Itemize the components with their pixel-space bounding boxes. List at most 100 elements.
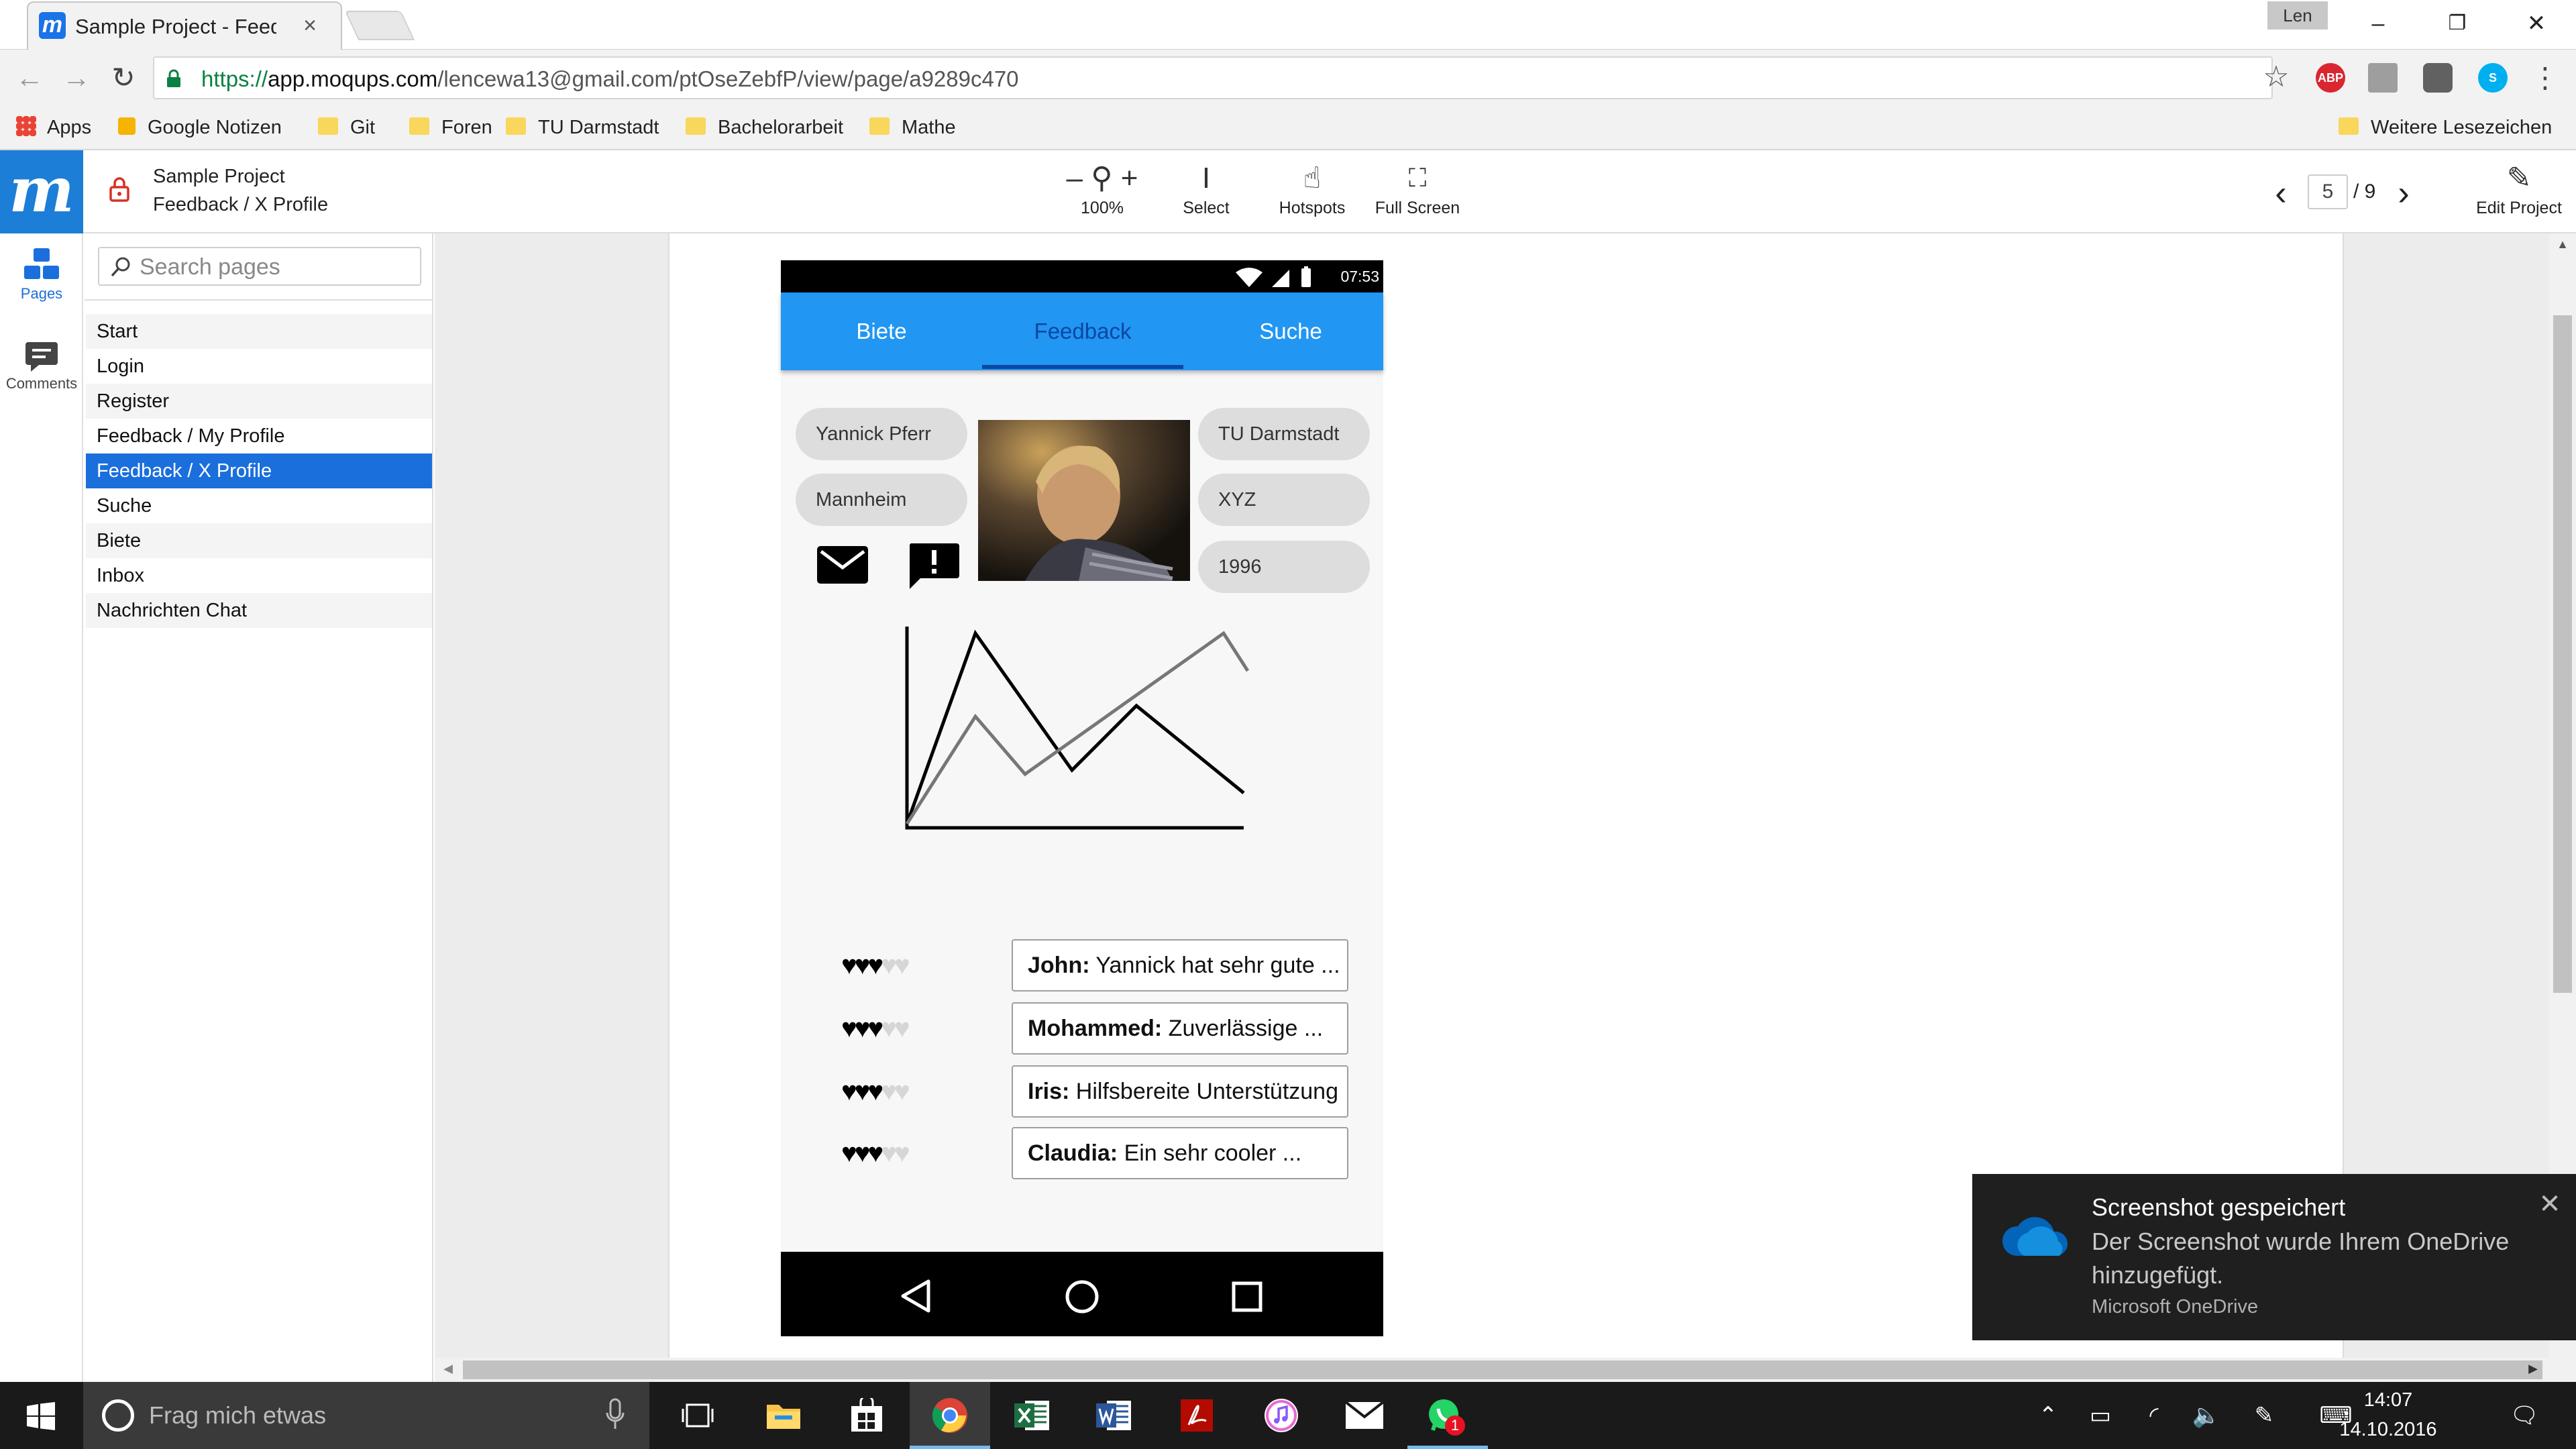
bookmark-git[interactable]: Git <box>318 113 375 142</box>
tab-suche[interactable]: Suche <box>1190 292 1391 370</box>
rail-comments-button[interactable]: Comments <box>0 335 83 413</box>
prev-page-icon[interactable]: ‹ <box>2264 173 2298 213</box>
zoom-control[interactable]: – ⚲ + 100% <box>1045 160 1159 227</box>
bookmark-google-notizen[interactable]: Google Notizen <box>118 113 282 142</box>
taskbar-store[interactable] <box>826 1382 907 1449</box>
start-button[interactable] <box>0 1382 80 1449</box>
bookmark-mathe[interactable]: Mathe <box>869 113 956 142</box>
page-item-start[interactable]: Start <box>86 314 432 349</box>
bookmark-apps[interactable]: Apps <box>16 113 91 142</box>
tab-feedback[interactable]: Feedback <box>982 292 1183 370</box>
heart-empty-icon: ♥ <box>881 1077 897 1106</box>
rating-hearts: ♥♥♥♥♥ <box>841 1136 982 1170</box>
close-window-button[interactable]: ✕ <box>2500 0 2573 47</box>
comment-text: Zuverlässige ... <box>1162 1016 1324 1041</box>
rail-pages-button[interactable]: Pages <box>0 243 83 321</box>
zoom-out-icon[interactable]: – <box>1067 162 1083 195</box>
taskbar-itunes[interactable] <box>1241 1382 1322 1449</box>
bookmark-label: Google Notizen <box>148 117 282 138</box>
forward-arrow-icon[interactable]: → <box>56 58 97 98</box>
minimize-button[interactable]: – <box>2341 0 2415 47</box>
search-pages-box[interactable] <box>98 247 421 286</box>
taskbar-whatsapp[interactable]: 1 <box>1407 1382 1488 1449</box>
search-pages-input[interactable] <box>140 251 408 283</box>
comment-box[interactable]: Claudia: Ein sehr cooler ... <box>1012 1127 1348 1179</box>
tray-overflow-icon[interactable]: ⌃ <box>2033 1382 2063 1449</box>
report-feedback-icon[interactable] <box>907 542 961 590</box>
nav-back-icon[interactable] <box>899 1279 932 1313</box>
scroll-left-arrow-icon[interactable]: ◀ <box>439 1362 458 1378</box>
profile-badge[interactable]: Len <box>2267 1 2328 30</box>
select-tool-button[interactable]: I Select <box>1149 160 1263 227</box>
onedrive-toast[interactable]: Screenshot gespeichert Der Screenshot wu… <box>1972 1174 2576 1340</box>
tab-biete[interactable]: Biete <box>781 292 982 370</box>
taskbar-acrobat[interactable] <box>1157 1382 1237 1449</box>
reload-icon[interactable]: ↻ <box>103 58 144 98</box>
comment-box[interactable]: Mohammed: Zuverlässige ... <box>1012 1002 1348 1055</box>
bookmark-more[interactable]: Weitere Lesezeichen <box>2339 113 2552 142</box>
task-view-button[interactable] <box>657 1382 738 1449</box>
comment-box[interactable]: John: Yannick hat sehr gute ... <box>1012 939 1348 991</box>
scroll-up-arrow-icon[interactable]: ▲ <box>2553 237 2572 254</box>
bookmark-foren[interactable]: Foren <box>409 113 492 142</box>
windows-logo-icon <box>27 1402 55 1430</box>
project-lock-icon[interactable] <box>107 176 131 203</box>
toast-close-icon[interactable]: ✕ <box>2533 1187 2567 1221</box>
puzzle-extension-icon[interactable] <box>2368 63 2398 93</box>
tab-close-icon[interactable]: × <box>297 12 323 39</box>
zoom-in-icon[interactable]: + <box>1121 162 1138 195</box>
volume-tray-icon[interactable]: 🔈 <box>2190 1382 2223 1449</box>
page-item-inbox[interactable]: Inbox <box>86 558 432 593</box>
comment-box[interactable]: Iris: Hilfsbereite Unterstützung <box>1012 1065 1348 1118</box>
bookmark-tu-darmstadt[interactable]: TU Darmstadt <box>506 113 659 142</box>
comment-author: Claudia: <box>1028 1140 1118 1166</box>
folder-icon <box>409 117 429 136</box>
next-page-icon[interactable]: › <box>2387 173 2420 213</box>
microphone-icon[interactable] <box>605 1398 625 1433</box>
bookmark-star-icon[interactable]: ☆ <box>2259 60 2293 94</box>
nav-recents-icon[interactable] <box>1230 1280 1264 1313</box>
rating-hearts: ♥♥♥♥♥ <box>841 949 982 982</box>
browser-tab[interactable]: m Sample Project - Feedba × <box>27 1 342 50</box>
taskbar-word[interactable] <box>1073 1382 1154 1449</box>
chrome-menu-icon[interactable]: ⋮ <box>2525 58 2565 98</box>
page-number-input[interactable]: 5 <box>2308 174 2348 209</box>
skype-extension-icon[interactable]: S <box>2478 63 2508 93</box>
taskbar-file-explorer[interactable] <box>743 1382 824 1449</box>
bookmark-bachelorarbeit[interactable]: Bachelorarbeit <box>686 113 843 142</box>
page-item-biete[interactable]: Biete <box>86 523 432 558</box>
page-item-feedback-my-profile[interactable]: Feedback / My Profile <box>86 419 432 453</box>
fullscreen-button[interactable]: ⛶ Full Screen <box>1360 160 1474 227</box>
page-item-login[interactable]: Login <box>86 349 432 384</box>
page-item-register[interactable]: Register <box>86 384 432 419</box>
taskbar-mail[interactable] <box>1324 1382 1405 1449</box>
cortana-search-box[interactable]: Frag mich etwas <box>83 1382 649 1449</box>
taskbar-excel[interactable] <box>991 1382 1072 1449</box>
network-tray-icon[interactable]: ◜ <box>2137 1382 2171 1449</box>
hotspots-button[interactable]: ☝ Hotspots <box>1255 160 1369 227</box>
page-item-nachrichten-chat[interactable]: Nachrichten Chat <box>86 593 432 628</box>
clock-date[interactable]: 14.10.2016 <box>2333 1415 2443 1444</box>
mail-icon[interactable] <box>816 543 869 586</box>
pen-tray-icon[interactable]: ✎ <box>2247 1382 2281 1449</box>
adblock-extension-icon[interactable]: ABP <box>2316 63 2345 93</box>
pencil-icon: ✎ <box>2506 162 2532 195</box>
battery-tray-icon[interactable]: ▭ <box>2084 1382 2117 1449</box>
heart-filled-icon: ♥ <box>841 1138 857 1168</box>
task-view-icon <box>682 1403 714 1428</box>
keep-extension-icon[interactable] <box>2423 63 2453 93</box>
clock-time[interactable]: 14:07 <box>2348 1386 2428 1414</box>
taskbar-chrome[interactable] <box>910 1382 990 1449</box>
page-item-feedback-x-profile[interactable]: Feedback / X Profile <box>86 453 432 488</box>
nav-home-icon[interactable] <box>1064 1279 1100 1315</box>
back-arrow-icon[interactable]: ← <box>9 58 50 98</box>
horizontal-scrollbar-thumb[interactable] <box>463 1360 2542 1379</box>
edit-project-button[interactable]: ✎ Edit Project <box>2462 160 2576 227</box>
action-center-icon[interactable]: 🗨 <box>2502 1382 2546 1449</box>
scroll-right-arrow-icon[interactable]: ▶ <box>2524 1362 2542 1378</box>
moqups-logo[interactable]: m <box>0 150 83 233</box>
restore-button[interactable]: ❐ <box>2420 0 2494 47</box>
vertical-scrollbar-thumb[interactable] <box>2553 315 2572 993</box>
page-item-suche[interactable]: Suche <box>86 488 432 523</box>
address-bar[interactable]: https://app.moqups.com/lencewa13@gmail.c… <box>153 56 2273 99</box>
